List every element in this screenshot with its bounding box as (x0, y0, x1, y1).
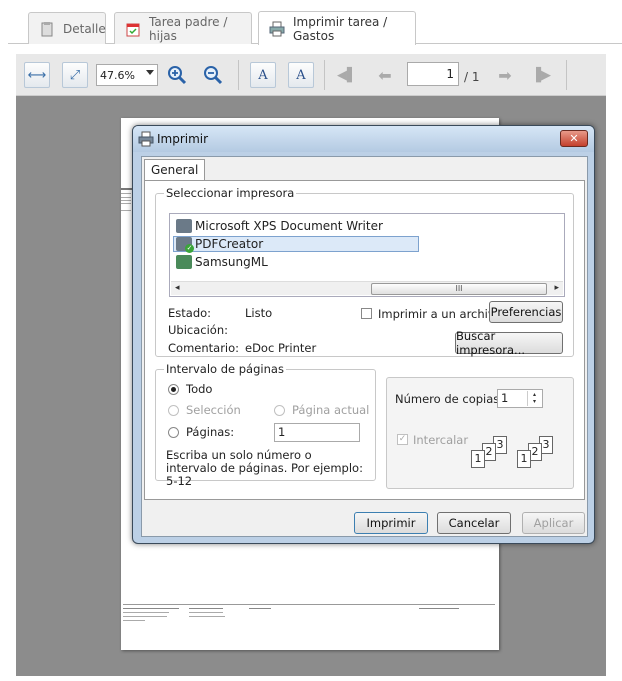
zoom-out-button[interactable] (200, 62, 226, 88)
fit-page-button[interactable]: ⤢ (62, 62, 88, 88)
range-selection-label: Selección (186, 403, 241, 417)
last-page-icon: ▐▶ (531, 67, 551, 83)
toolbar-divider (238, 60, 239, 90)
printer-list-scrollbar[interactable]: ◂ III ▸ (171, 281, 563, 295)
apply-button[interactable]: Aplicar (522, 512, 585, 534)
tab-label: Imprimir tarea / Gastos (293, 14, 388, 43)
estado-value: Listo (245, 306, 273, 320)
next-page-button[interactable]: ➡ (492, 62, 518, 88)
printer-name: Microsoft XPS Document Writer (195, 219, 383, 233)
scroll-right-icon: ▸ (554, 283, 559, 293)
zoom-select[interactable]: 47.6% (96, 64, 158, 86)
toolbar-divider (566, 60, 567, 90)
tab-label: Tarea padre / hijas (149, 14, 228, 43)
range-hint: Escriba un solo número o intervalo de pá… (166, 448, 363, 488)
print-button[interactable]: Imprimir (354, 512, 428, 534)
printer-item-pdfcreator[interactable]: ✓ PDFCreator (173, 236, 419, 253)
report-toolbar: ⟷ ⤢ 47.6% A A ◀▌ ⬅ 1 / 1 ➡ ▐▶ (16, 54, 606, 96)
tab-imprimir[interactable]: Imprimir tarea / Gastos (258, 11, 416, 45)
printer-item-samsung[interactable]: SamsungML (176, 254, 268, 270)
arrow-right-icon: ➡ (498, 65, 512, 85)
page-range-group: Intervalo de páginas Todo Selección Pági… (155, 362, 376, 488)
printer-name: SamsungML (195, 255, 268, 269)
printer-list[interactable]: Microsoft XPS Document Writer ✓ PDFCreat… (169, 213, 565, 297)
page-total: / 1 (464, 70, 480, 84)
range-selection-radio[interactable] (168, 405, 179, 416)
zoom-out-icon (204, 66, 223, 85)
zoom-in-icon (168, 66, 187, 85)
collate-label: Intercalar (413, 433, 469, 447)
printer-default-icon: ✓ (176, 237, 194, 253)
select-printer-group: Seleccionar impresora Microsoft XPS Docu… (155, 186, 574, 357)
arrow-left-icon: ⬅ (378, 65, 392, 85)
print-to-file-checkbox[interactable] (361, 308, 372, 319)
chevron-down-icon (146, 70, 154, 75)
dialog-body: General Seleccionar impresora Microsoft … (141, 156, 588, 537)
general-panel: Seleccionar impresora Microsoft XPS Docu… (144, 180, 585, 500)
copies-group: Número de copias: 1 ▴ ▾ ✓ Intercalar 3 2 … (386, 377, 574, 489)
tab-tarea-padre[interactable]: Tarea padre / hijas (114, 12, 252, 44)
spinner-icon[interactable]: ▴ ▾ (527, 391, 541, 406)
copies-value: 1 (501, 391, 509, 405)
range-pages-radio[interactable] (168, 427, 179, 438)
comentario-value: eDoc Printer (245, 341, 317, 355)
printer-icon (176, 255, 192, 269)
font-icon: A (258, 67, 268, 83)
clipboard-icon (39, 21, 55, 37)
copies-label: Número de copias: (395, 392, 504, 406)
dialog-title: Imprimir (157, 132, 209, 146)
estado-label: Estado: (168, 306, 212, 320)
printer-icon (176, 219, 192, 233)
fit-width-icon: ⟷ (27, 67, 47, 83)
tab-bar: Detalle Tarea padre / hijas Imprimir tar… (8, 10, 622, 45)
collate-illustration-icon: 3 2 1 (517, 436, 561, 474)
select-printer-legend: Seleccionar impresora (164, 186, 297, 200)
scrollbar-thumb[interactable]: III (371, 283, 547, 295)
tab-label: Detalle (63, 21, 106, 36)
copies-input[interactable]: 1 ▴ ▾ (497, 389, 543, 408)
calendar-icon (125, 21, 141, 37)
font-button[interactable]: A (250, 62, 276, 88)
range-current-radio[interactable] (274, 405, 285, 416)
collate-checkbox[interactable]: ✓ (397, 434, 408, 445)
cancel-button[interactable]: Cancelar (437, 512, 511, 534)
last-page-button[interactable]: ▐▶ (528, 62, 554, 88)
tab-detalle[interactable]: Detalle (28, 12, 106, 44)
find-printer-button[interactable]: Buscar impresora... (455, 329, 563, 357)
print-dialog: Imprimir ✕ General Seleccionar impresora… (132, 125, 595, 544)
zoom-value: 47.6% (100, 68, 135, 82)
collate-illustration-icon: 3 2 1 (471, 436, 515, 474)
ubicacion-label: Ubicación: (168, 323, 228, 337)
close-icon: ✕ (569, 132, 579, 145)
fit-width-button[interactable]: ⟷ (24, 62, 50, 88)
tab-general[interactable]: General (144, 159, 206, 181)
toolbar-divider (324, 60, 325, 90)
print-to-file-label: Imprimir a un archivo (378, 307, 502, 321)
font-edit-icon: A (296, 67, 306, 83)
comentario-label: Comentario: (168, 341, 240, 355)
prev-page-button[interactable]: ⬅ (372, 62, 398, 88)
close-button[interactable]: ✕ (560, 130, 588, 147)
first-page-icon: ◀▌ (337, 67, 357, 83)
printer-icon (138, 131, 154, 150)
preferences-button[interactable]: Preferencias (489, 301, 563, 323)
printer-name: PDFCreator (195, 237, 264, 251)
first-page-button[interactable]: ◀▌ (334, 62, 360, 88)
font-edit-button[interactable]: A (288, 62, 314, 88)
printer-icon (269, 21, 285, 37)
page-footer-lines (123, 608, 483, 628)
page-footer-rule (123, 604, 495, 605)
dialog-titlebar[interactable]: Imprimir ✕ (133, 126, 594, 152)
range-all-label: Todo (186, 382, 213, 396)
range-current-label: Página actual (292, 403, 370, 417)
page-number-input[interactable]: 1 (407, 62, 459, 86)
printer-item-xps[interactable]: Microsoft XPS Document Writer (176, 218, 383, 234)
fit-page-icon: ⤢ (69, 67, 81, 83)
range-pages-input[interactable]: 1 (274, 423, 360, 442)
range-pages-label: Páginas: (186, 425, 235, 439)
range-all-radio[interactable] (168, 384, 179, 395)
page-range-legend: Intervalo de páginas (164, 362, 286, 376)
zoom-in-button[interactable] (164, 62, 190, 88)
scroll-left-icon: ◂ (175, 283, 180, 293)
